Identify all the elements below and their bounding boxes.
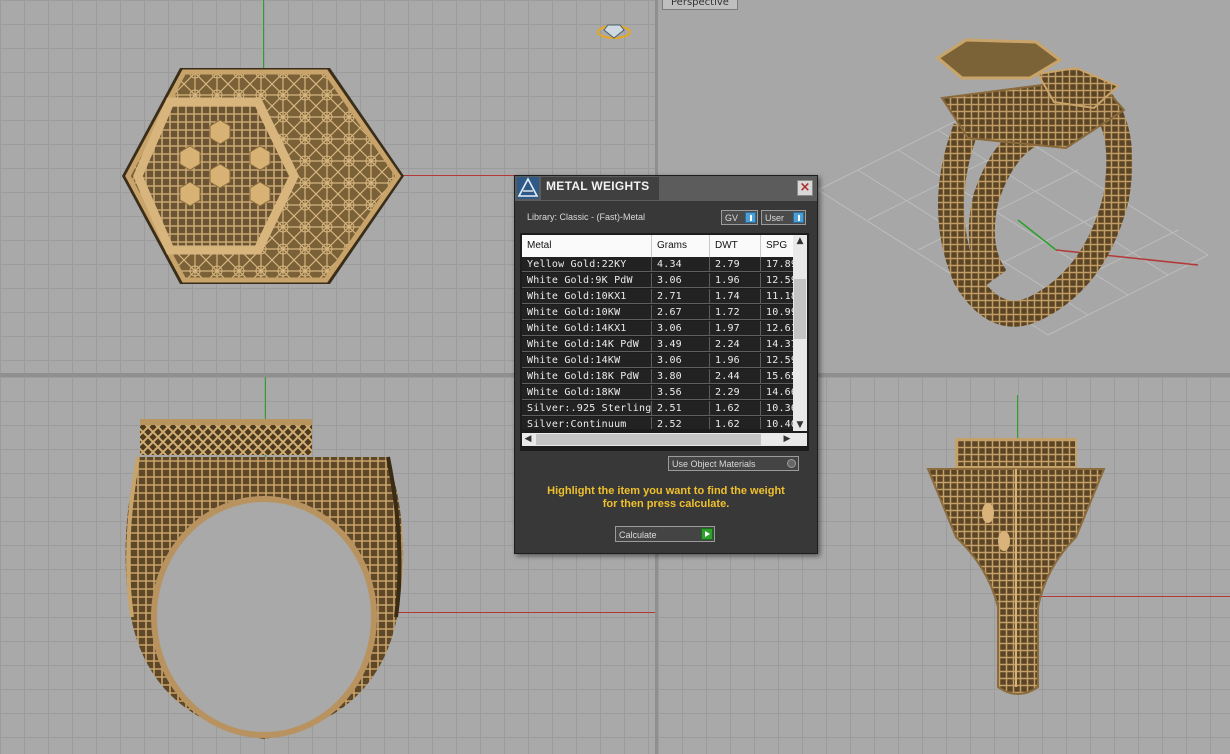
cell-metal: White Gold:10KX1 (522, 289, 652, 304)
cell-metal: White Gold:18K PdW (522, 369, 652, 384)
dialog-titlebar[interactable]: METAL WEIGHTS × (515, 176, 817, 201)
close-icon[interactable]: × (797, 180, 813, 196)
cell-grams: 3.49 (652, 337, 710, 352)
cell-dwt: 2.44 (710, 369, 761, 384)
cell-grams: 3.80 (652, 369, 710, 384)
table-row[interactable]: White Gold:10KX12.711.7411.18 (522, 289, 793, 305)
info-icon (793, 212, 804, 223)
ring-right-view (926, 438, 1106, 695)
cell-grams: 2.67 (652, 305, 710, 320)
play-icon (701, 528, 713, 540)
cell-spg: 10.36 (761, 401, 793, 416)
cell-spg: 14.37 (761, 337, 793, 352)
scroll-right-icon[interactable]: ▶ (781, 433, 793, 446)
column-header-grams[interactable]: Grams (652, 235, 710, 257)
cell-spg: 10.99 (761, 305, 793, 320)
cell-metal: White Gold:14KX1 (522, 321, 652, 336)
scroll-up-icon[interactable]: ▲ (793, 235, 807, 247)
cell-dwt: 1.97 (710, 321, 761, 336)
vertical-scroll-thumb[interactable] (794, 279, 806, 339)
cell-grams: 4.34 (652, 257, 710, 272)
cell-metal: White Gold:9K PdW (522, 273, 652, 288)
cell-spg: 12.59 (761, 353, 793, 368)
horizontal-scrollbar[interactable]: ◀ ▶ (522, 433, 793, 446)
gv-toggle-label: GV (725, 213, 739, 223)
column-header-metal[interactable]: Metal (522, 235, 652, 257)
ring-top-view (122, 68, 404, 284)
cell-spg: 14.66 (761, 385, 793, 400)
ring-front-view (125, 419, 404, 739)
cell-dwt: 1.72 (710, 305, 761, 320)
radio-icon (787, 459, 796, 468)
cell-dwt: 1.62 (710, 401, 761, 416)
cell-grams: 2.52 (652, 417, 710, 429)
list-rows: Yellow Gold:22KY4.342.7917.89White Gold:… (522, 257, 793, 429)
table-row[interactable]: Yellow Gold:22KY4.342.7917.89 (522, 257, 793, 273)
calculate-label: Calculate (619, 530, 657, 540)
scroll-left-icon[interactable]: ◀ (522, 433, 534, 446)
cell-metal: White Gold:18KW (522, 385, 652, 400)
table-row[interactable]: White Gold:9K PdW3.061.9612.59 (522, 273, 793, 289)
table-row[interactable]: White Gold:14KX13.061.9712.61 (522, 321, 793, 337)
user-toggle[interactable]: User (761, 210, 806, 225)
cell-dwt: 2.79 (710, 257, 761, 272)
vertical-scrollbar[interactable]: ▲ ▼ (793, 235, 807, 431)
cell-metal: White Gold:10KW (522, 305, 652, 320)
cell-metal: White Gold:14K PdW (522, 337, 652, 352)
metal-list[interactable]: Metal Grams DWT SPG Yellow Gold:22KY 4.34… (520, 233, 809, 451)
viewport-tab-perspective[interactable]: Perspective (662, 0, 738, 10)
scrollbar-corner (793, 433, 807, 446)
hint-line-2: for then press calculate. (602, 498, 730, 510)
info-icon (745, 212, 756, 223)
cell-grams: 3.06 (652, 273, 710, 288)
list-header: Metal Grams DWT SPG (522, 235, 795, 257)
cell-spg: 12.59 (761, 273, 793, 288)
cell-grams: 3.56 (652, 385, 710, 400)
column-header-dwt[interactable]: DWT (710, 235, 761, 257)
cell-metal: Silver:Continuum (522, 417, 652, 429)
hint-text: Highlight the item you want to find the … (525, 485, 807, 511)
matrix-logo-icon (517, 177, 539, 199)
cell-dwt: 1.74 (710, 289, 761, 304)
cell-dwt: 1.62 (710, 417, 761, 429)
library-label: Library: Classic - (Fast)-Metal (527, 212, 646, 222)
table-row[interactable]: White Gold:18K PdW3.802.4415.65 (522, 369, 793, 385)
cell-spg: 10.40 (761, 417, 793, 429)
use-object-materials-label: Use Object Materials (672, 459, 756, 469)
cell-spg: 15.65 (761, 369, 793, 384)
table-row[interactable]: White Gold:14KW3.061.9612.59 (522, 353, 793, 369)
calculate-button[interactable]: Calculate (615, 526, 715, 542)
cell-dwt: 1.96 (710, 353, 761, 368)
cell-dwt: 1.96 (710, 273, 761, 288)
dialog-title: METAL WEIGHTS (546, 179, 650, 193)
cell-spg: 11.18 (761, 289, 793, 304)
cell-metal: Silver:.925 Sterling (522, 401, 652, 416)
cell-metal: White Gold:14KW (522, 353, 652, 368)
table-row[interactable]: Silver:.925 Sterling2.511.6210.36 (522, 401, 793, 417)
hint-line-1: Highlight the item you want to find the … (547, 485, 785, 497)
cell-metal: Yellow Gold:22KY (522, 257, 652, 272)
cell-grams: 3.06 (652, 353, 710, 368)
table-row[interactable]: White Gold:18KW3.562.2914.66 (522, 385, 793, 401)
user-toggle-label: User (765, 213, 785, 223)
cell-spg: 17.89 (761, 257, 793, 272)
gv-toggle[interactable]: GV (721, 210, 758, 225)
diamond-gumball-icon[interactable] (596, 22, 632, 40)
cell-spg: 12.61 (761, 321, 793, 336)
use-object-materials-toggle[interactable]: Use Object Materials (668, 456, 799, 471)
cell-dwt: 2.29 (710, 385, 761, 400)
horizontal-scroll-thumb[interactable] (536, 434, 761, 445)
scroll-down-icon[interactable]: ▼ (793, 419, 807, 431)
column-header-spg[interactable]: SPG (761, 235, 795, 257)
table-row[interactable]: Silver:Continuum2.521.6210.40 (522, 417, 793, 429)
cell-grams: 2.71 (652, 289, 710, 304)
cell-grams: 2.51 (652, 401, 710, 416)
table-row[interactable]: White Gold:10KW2.671.7210.99 (522, 305, 793, 321)
ring-perspective-view (935, 38, 1133, 327)
cell-dwt: 2.24 (710, 337, 761, 352)
cell-grams: 3.06 (652, 321, 710, 336)
metal-weights-dialog: METAL WEIGHTS × Library: Classic - (Fast… (514, 175, 818, 554)
table-row[interactable]: White Gold:14K PdW3.492.2414.37 (522, 337, 793, 353)
